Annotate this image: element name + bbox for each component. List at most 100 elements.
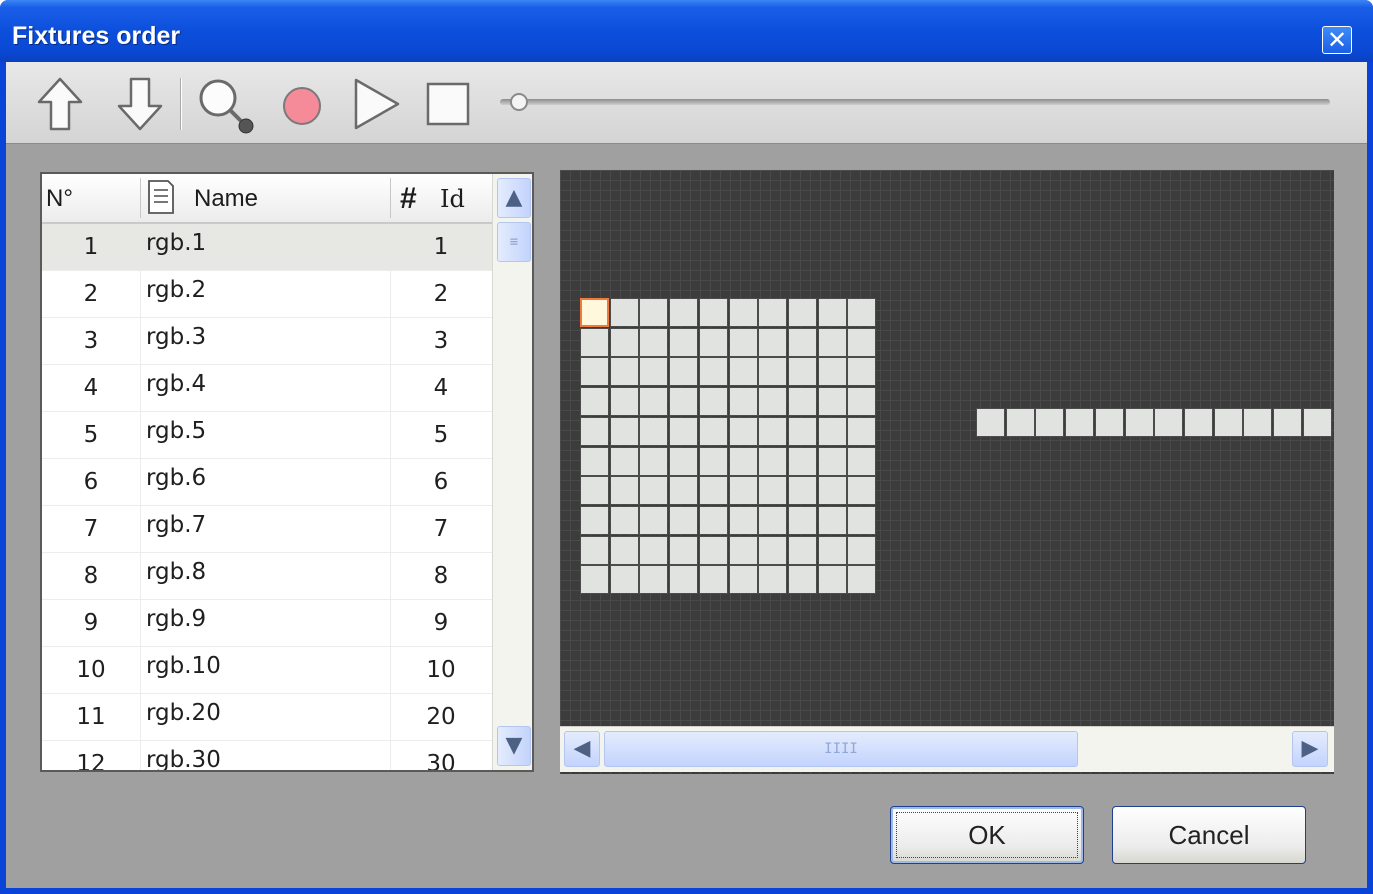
- fixture-cell[interactable]: [787, 387, 817, 417]
- scroll-thumb[interactable]: ≡: [497, 222, 531, 262]
- fixture-cell[interactable]: [758, 387, 788, 417]
- fixture-cell[interactable]: [669, 416, 699, 446]
- table-row[interactable]: 4 rgb.4 4: [42, 365, 492, 412]
- table-row[interactable]: 1 rgb.1 1: [42, 224, 492, 271]
- fixture-cell[interactable]: [758, 357, 788, 387]
- fixture-cell[interactable]: [817, 357, 847, 387]
- fixture-cell[interactable]: [817, 565, 847, 595]
- fixture-strip-cell[interactable]: [1183, 408, 1213, 437]
- fixture-cell[interactable]: [758, 298, 788, 327]
- fixture-strip-cell[interactable]: [1273, 408, 1302, 437]
- fixture-cell[interactable]: [787, 505, 817, 535]
- fixture-cell[interactable]: [698, 476, 728, 506]
- fixture-cell[interactable]: [728, 357, 758, 387]
- table-row[interactable]: 7 rgb.7 7: [42, 506, 492, 553]
- fixture-cell[interactable]: [758, 565, 788, 595]
- fixture-cell[interactable]: [728, 387, 758, 417]
- fixture-cell[interactable]: [580, 416, 609, 446]
- fixture-cell[interactable]: [758, 416, 788, 446]
- fixture-cell[interactable]: [847, 565, 877, 595]
- vertical-scrollbar[interactable]: ▲ ≡ ▼: [492, 174, 532, 770]
- fixture-cell[interactable]: [698, 565, 728, 595]
- scroll-left-button[interactable]: ◀: [564, 731, 600, 767]
- fixture-cell[interactable]: [639, 476, 669, 506]
- fixture-cell[interactable]: [787, 298, 817, 327]
- fixture-cell[interactable]: [817, 327, 847, 357]
- arrow-up-icon[interactable]: [36, 76, 84, 137]
- fixture-cell[interactable]: [669, 505, 699, 535]
- fixture-cell[interactable]: [639, 298, 669, 327]
- horizontal-scroll-thumb[interactable]: IIII: [604, 731, 1078, 767]
- fixture-cell[interactable]: [698, 416, 728, 446]
- table-row[interactable]: 9 rgb.9 9: [42, 600, 492, 647]
- magnifier-icon[interactable]: [196, 76, 258, 141]
- fixture-cell[interactable]: [639, 565, 669, 595]
- fixture-cell[interactable]: [639, 357, 669, 387]
- column-header-id[interactable]: Id: [440, 174, 465, 224]
- fixture-cell[interactable]: [817, 476, 847, 506]
- fixture-strip-cell[interactable]: [976, 408, 1005, 437]
- fixture-cell[interactable]: [758, 476, 788, 506]
- fixture-cell[interactable]: [787, 535, 817, 565]
- fixture-cell[interactable]: [669, 446, 699, 476]
- fixture-cell[interactable]: [787, 327, 817, 357]
- table-row[interactable]: 11 rgb.20 20: [42, 694, 492, 741]
- fixture-cell[interactable]: [639, 535, 669, 565]
- fixture-cell[interactable]: [580, 476, 609, 506]
- fixture-strip-cell[interactable]: [1094, 408, 1124, 437]
- fixture-cell[interactable]: [639, 387, 669, 417]
- fixture-cell[interactable]: [698, 535, 728, 565]
- fixture-cell[interactable]: [609, 446, 639, 476]
- fixture-cell[interactable]: [639, 446, 669, 476]
- fixture-cell[interactable]: [609, 505, 639, 535]
- fixture-cell[interactable]: [787, 357, 817, 387]
- fixture-cell[interactable]: [728, 327, 758, 357]
- fixture-cell[interactable]: [580, 535, 609, 565]
- ok-button[interactable]: OK: [890, 806, 1084, 864]
- fixture-cell[interactable]: [609, 327, 639, 357]
- fixture-cell[interactable]: [847, 416, 877, 446]
- table-row[interactable]: 5 rgb.5 5: [42, 412, 492, 459]
- fixture-cell[interactable]: [787, 416, 817, 446]
- fixture-cell[interactable]: [580, 446, 609, 476]
- fixture-cell[interactable]: [847, 387, 877, 417]
- fixture-cell[interactable]: [847, 476, 877, 506]
- fixture-cell[interactable]: [669, 535, 699, 565]
- fixture-cell[interactable]: [698, 446, 728, 476]
- fixture-cell[interactable]: [847, 505, 877, 535]
- fixture-cell[interactable]: [728, 505, 758, 535]
- fixture-cell[interactable]: [609, 535, 639, 565]
- fixture-cell[interactable]: [698, 357, 728, 387]
- fixture-cell[interactable]: [609, 387, 639, 417]
- fixture-cell[interactable]: [817, 416, 847, 446]
- scroll-right-button[interactable]: ▶: [1292, 731, 1328, 767]
- fixture-strip-cell[interactable]: [1243, 408, 1273, 437]
- fixture-cell[interactable]: [698, 298, 728, 327]
- fixture-cell[interactable]: [728, 535, 758, 565]
- scroll-down-button[interactable]: ▼: [497, 726, 531, 766]
- fixture-cell[interactable]: [787, 565, 817, 595]
- fixture-cell[interactable]: [817, 298, 847, 327]
- fixture-strip-cell[interactable]: [1065, 408, 1095, 437]
- fixture-cell[interactable]: [639, 416, 669, 446]
- fixture-cell[interactable]: [698, 327, 728, 357]
- fixture-cell[interactable]: [609, 298, 639, 327]
- fixture-strip-cell[interactable]: [1302, 408, 1332, 437]
- slider-thumb[interactable]: [510, 93, 528, 111]
- title-bar[interactable]: Fixtures order ✕: [0, 0, 1373, 62]
- table-row[interactable]: 8 rgb.8 8: [42, 553, 492, 600]
- fixture-cell[interactable]: [817, 535, 847, 565]
- fixture-cell[interactable]: [847, 327, 877, 357]
- fixture-cell[interactable]: [847, 357, 877, 387]
- fixture-cell[interactable]: [787, 446, 817, 476]
- fixture-cell[interactable]: [728, 476, 758, 506]
- play-icon[interactable]: [350, 76, 402, 137]
- fixture-cell[interactable]: [728, 565, 758, 595]
- fixture-cell[interactable]: [817, 387, 847, 417]
- fixture-cell[interactable]: [609, 565, 639, 595]
- fixture-cell[interactable]: [580, 298, 609, 327]
- fixture-cell[interactable]: [609, 416, 639, 446]
- fixture-cell[interactable]: [639, 505, 669, 535]
- close-button[interactable]: ✕: [1322, 26, 1352, 54]
- table-row[interactable]: 2 rgb.2 2: [42, 271, 492, 318]
